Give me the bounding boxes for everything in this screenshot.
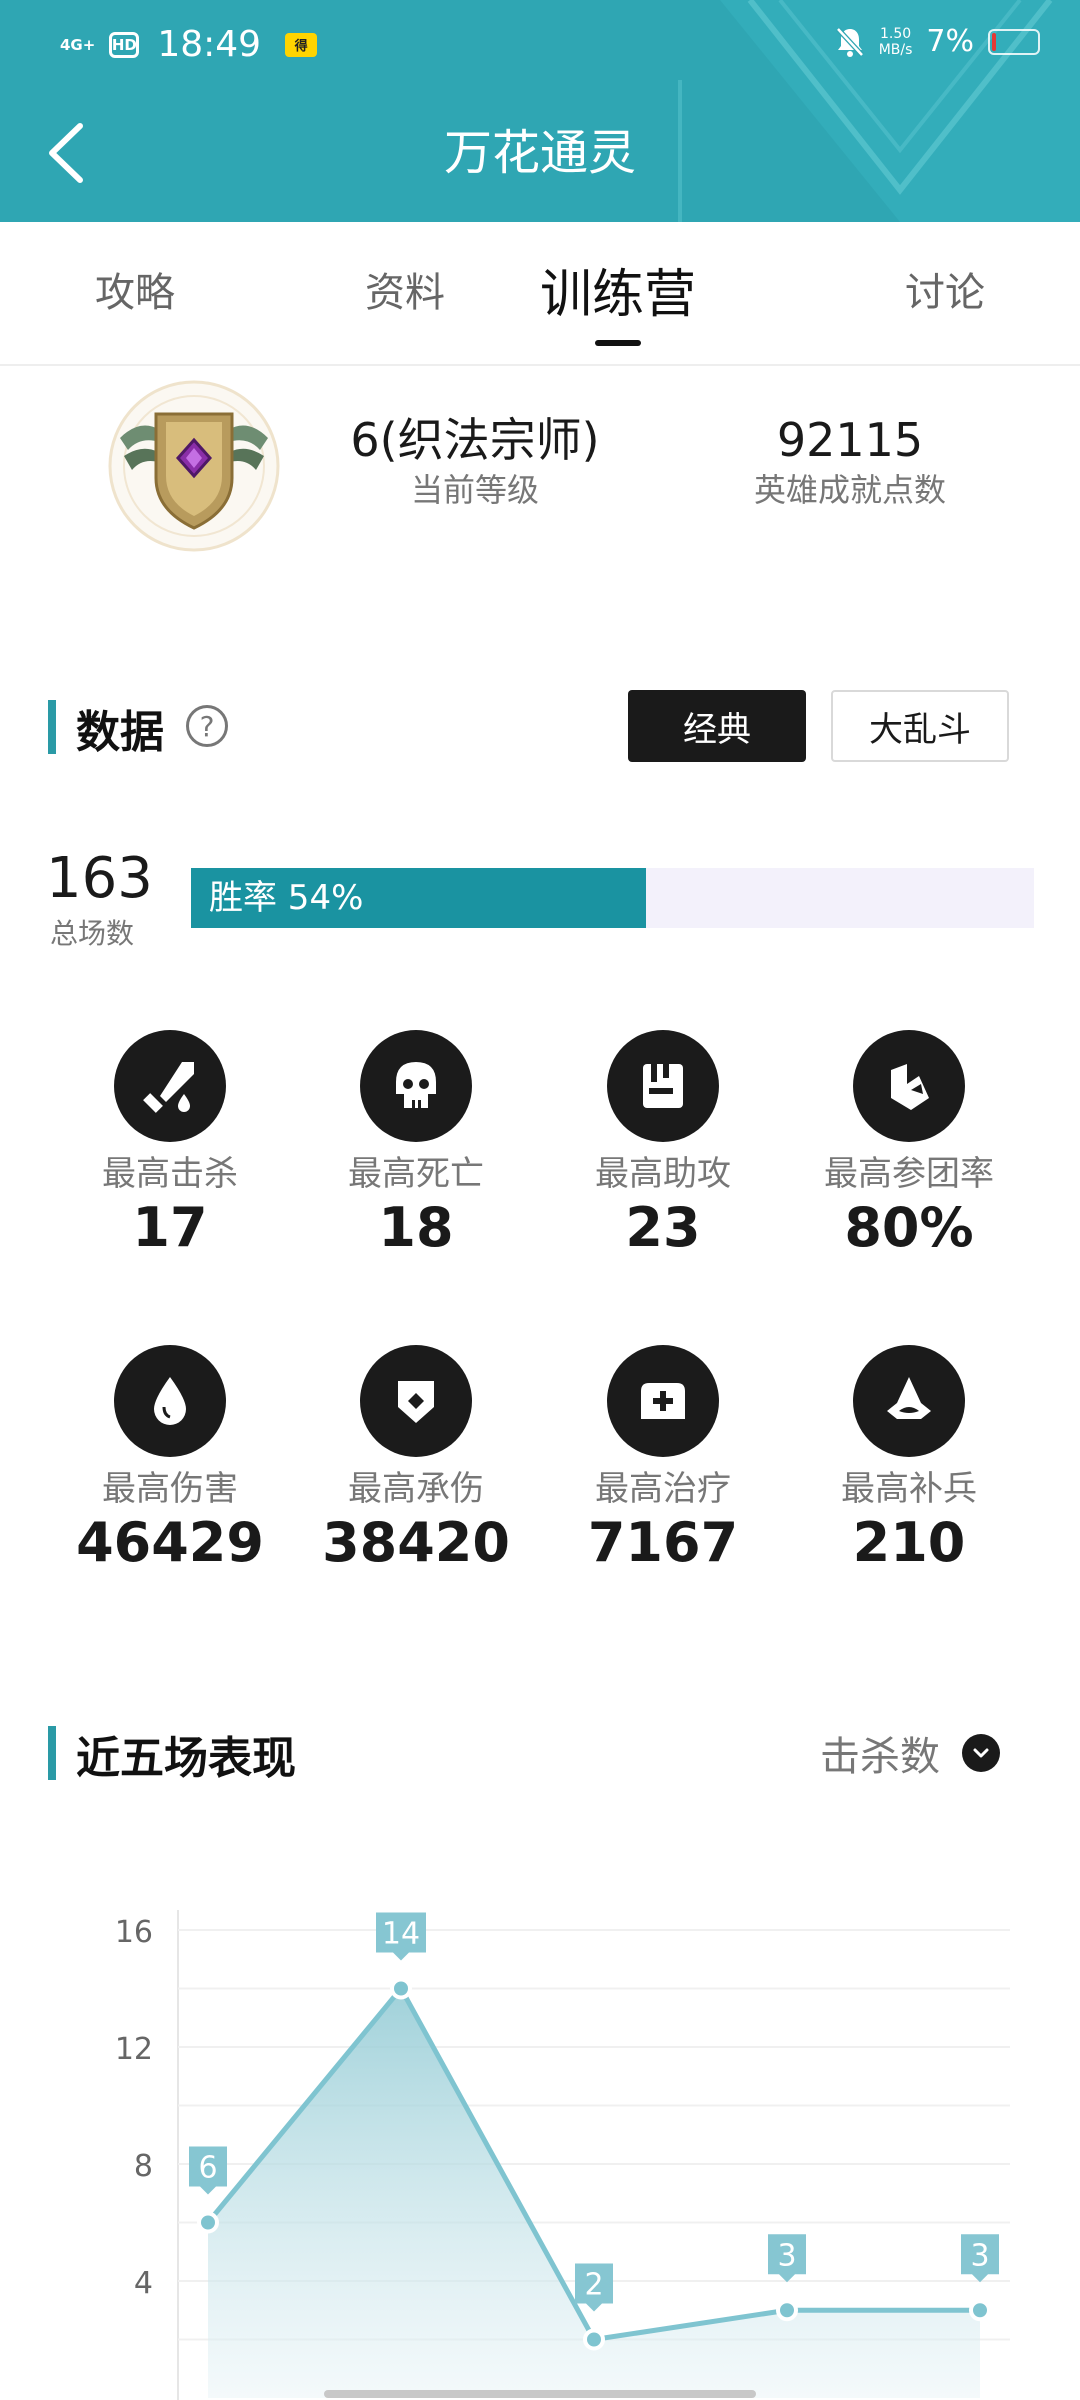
- data-point: [583, 2328, 605, 2351]
- stat-label: 最高伤害: [102, 1469, 238, 1509]
- stat-value: 18: [378, 1196, 454, 1259]
- app-notification-icon: 得: [285, 32, 318, 57]
- stat-max-teamfight: 最高参团率 80%: [789, 1030, 1029, 1260]
- chevron-down-icon: [962, 1734, 1000, 1772]
- data-label: 3: [777, 2238, 796, 2273]
- medkit-icon: [607, 1345, 719, 1457]
- level-block: 6(织法宗师) 当前等级: [330, 412, 620, 512]
- stat-value: 17: [132, 1196, 208, 1259]
- data-point: [197, 2211, 219, 2234]
- metric-dropdown[interactable]: 击杀数: [820, 1724, 1000, 1782]
- data-label: 14: [382, 1917, 420, 1952]
- mode-brawl-button[interactable]: 大乱斗: [831, 690, 1009, 762]
- data-point: [776, 2299, 798, 2322]
- stat-max-deaths: 最高死亡 18: [296, 1030, 536, 1260]
- teamfight-icon: [853, 1030, 965, 1142]
- active-tab-indicator: [595, 340, 641, 346]
- stat-max-assists: 最高助攻 23: [543, 1030, 783, 1260]
- assist-icon: [607, 1030, 719, 1142]
- data-label: 2: [584, 2268, 603, 2303]
- stat-max-damage: 最高伤害 46429: [50, 1345, 290, 1575]
- stat-max-kills: 最高击杀 17: [50, 1030, 290, 1260]
- help-icon[interactable]: ?: [186, 705, 228, 747]
- stat-label: 最高承伤: [348, 1469, 484, 1509]
- section-marker: [48, 1726, 56, 1780]
- stat-value: 210: [852, 1511, 966, 1574]
- stat-value: 23: [625, 1196, 701, 1259]
- win-rate-text: 胜率 54%: [209, 878, 364, 918]
- data-point: [969, 2299, 991, 2322]
- data-point: [390, 1977, 412, 2000]
- stat-max-minions: 最高补兵 210: [789, 1345, 1029, 1575]
- mute-icon: [835, 26, 864, 57]
- drop-icon: [114, 1345, 226, 1457]
- total-games-label: 总场数: [50, 917, 135, 950]
- status-bar: 4G+ HD 18:49 得 1.50 MB/s 7%: [0, 18, 1080, 72]
- battery-icon: [988, 28, 1040, 55]
- status-time: 18:49: [157, 24, 262, 65]
- stat-label: 最高击杀: [102, 1154, 238, 1194]
- stat-max-tanked: 最高承伤 38420: [296, 1345, 536, 1575]
- network-indicator: 4G+: [60, 35, 96, 54]
- recent-performance-chart: 16 12 8 4 6 14 2 3 3: [115, 1910, 1010, 2400]
- battery-percent: 7%: [926, 24, 974, 59]
- rank-badge-icon: [108, 380, 280, 552]
- stat-label: 最高补兵: [841, 1469, 977, 1509]
- stat-label: 最高助攻: [595, 1154, 731, 1194]
- y-tick-label: 8: [134, 2149, 153, 2184]
- tab-info[interactable]: 资料: [305, 260, 505, 318]
- recent-section-title: 近五场表现: [76, 1733, 296, 1784]
- stat-value: 7167: [587, 1511, 739, 1574]
- shield-icon: [360, 1345, 472, 1457]
- skull-icon: [360, 1030, 472, 1142]
- tab-discussion[interactable]: 讨论: [845, 260, 1045, 318]
- win-rate-bar: 胜率 54%: [191, 868, 1034, 928]
- tab-bar: 攻略 资料 训练营 讨论: [0, 222, 1080, 366]
- mode-classic-button[interactable]: 经典: [628, 690, 806, 762]
- hd-indicator: HD: [109, 31, 140, 58]
- points-value: 92115: [776, 413, 924, 467]
- page-title: 万花通灵: [443, 125, 636, 181]
- metric-label: 击杀数: [820, 1734, 940, 1780]
- y-tick-label: 12: [115, 2032, 153, 2067]
- y-tick-label: 4: [134, 2266, 153, 2301]
- stat-label: 最高治疗: [595, 1469, 731, 1509]
- level-label: 当前等级: [410, 471, 539, 509]
- stat-value: 46429: [76, 1511, 264, 1574]
- data-label: 6: [198, 2151, 217, 2186]
- tab-training[interactable]: 训练营: [518, 252, 718, 327]
- stat-max-healing: 最高治疗 7167: [543, 1345, 783, 1575]
- scroll-indicator: [324, 2390, 756, 2398]
- sword-icon: [114, 1030, 226, 1142]
- stat-value: 38420: [322, 1511, 510, 1574]
- level-value: 6(织法宗师): [350, 413, 600, 467]
- tab-guide[interactable]: 攻略: [35, 260, 235, 318]
- points-block: 92115 英雄成就点数: [720, 412, 980, 512]
- stat-label: 最高参团率: [824, 1154, 994, 1194]
- points-label: 英雄成就点数: [753, 471, 946, 509]
- stat-label: 最高死亡: [348, 1154, 484, 1194]
- data-label: 3: [970, 2238, 989, 2273]
- data-section-title: 数据: [76, 707, 164, 758]
- minion-icon: [853, 1345, 965, 1457]
- section-marker: [48, 700, 56, 754]
- y-tick-label: 16: [115, 1915, 153, 1950]
- total-games-value: 163: [46, 846, 153, 911]
- network-speed: 1.50 MB/s: [878, 25, 913, 58]
- stat-value: 80%: [844, 1196, 974, 1259]
- app-header: 4G+ HD 18:49 得 1.50 MB/s 7% 万花通灵: [0, 0, 1080, 222]
